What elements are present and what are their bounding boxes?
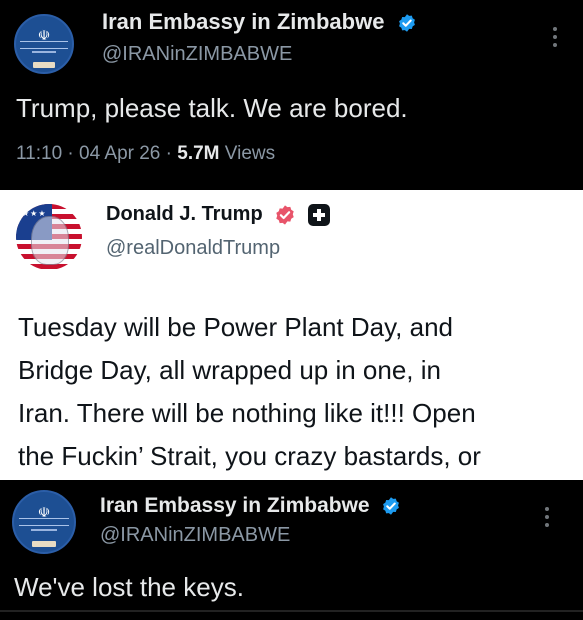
tweet-card-embassy-2: ☫ Iran Embassy in Zimbabwe @IRANinZIMBAB… [0,480,583,620]
tweet-text: We've lost the keys. [14,572,244,602]
author-handle[interactable]: @realDonaldTrump [106,237,280,260]
author-name[interactable]: Iran Embassy in Zimbabwe [100,494,401,518]
tweet-meta: 11:10 · 04 Apr 26 · 5.7M Views [16,143,275,165]
tweet-text-line-3: Iran. There will be nothing like it!!! O… [18,398,476,428]
tweet-text-line-2: Bridge Day, all wrapped up in one, in [18,355,441,385]
tweet-card-embassy-1: ☫ Iran Embassy in Zimbabwe @IRANinZIMBAB… [0,0,583,190]
tweet-text: Trump, please talk. We are bored. [16,93,408,123]
views-label: Views [224,143,276,164]
separator-dot: · [165,143,172,164]
tweet-date[interactable]: 04 Apr 26 [79,143,160,164]
tweet-text-line-4: the Fuckin’ Strait, you crazy bastards, … [18,441,481,471]
avatar[interactable]: ☫ [14,14,74,74]
affiliate-badge-icon [307,203,330,226]
verified-badge-icon [276,205,294,225]
verified-badge-icon [383,497,400,516]
avatar[interactable]: ☫ [12,490,76,554]
more-options-icon[interactable] [553,27,557,51]
author-handle[interactable]: @IRANinZIMBABWE [102,43,292,66]
tweet-time[interactable]: 11:10 [16,143,62,164]
verified-badge-icon [398,14,415,32]
more-options-icon[interactable] [545,507,549,531]
author-name[interactable]: Donald J. Trump [106,203,330,226]
avatar[interactable]: ★★★ [16,204,82,270]
tweet-card-trump: ★★★ Donald J. Trump @realDonaldTrump Tue… [0,190,583,480]
tweet-text-line-1: Tuesday will be Power Plant Day, and [18,312,453,342]
author-name[interactable]: Iran Embassy in Zimbabwe [102,9,417,35]
separator-dot: · [67,143,74,164]
author-handle[interactable]: @IRANinZIMBABWE [100,524,290,547]
emblem-icon: ☫ [37,504,51,521]
divider [0,610,583,612]
views-count: 5.7M [177,143,220,164]
